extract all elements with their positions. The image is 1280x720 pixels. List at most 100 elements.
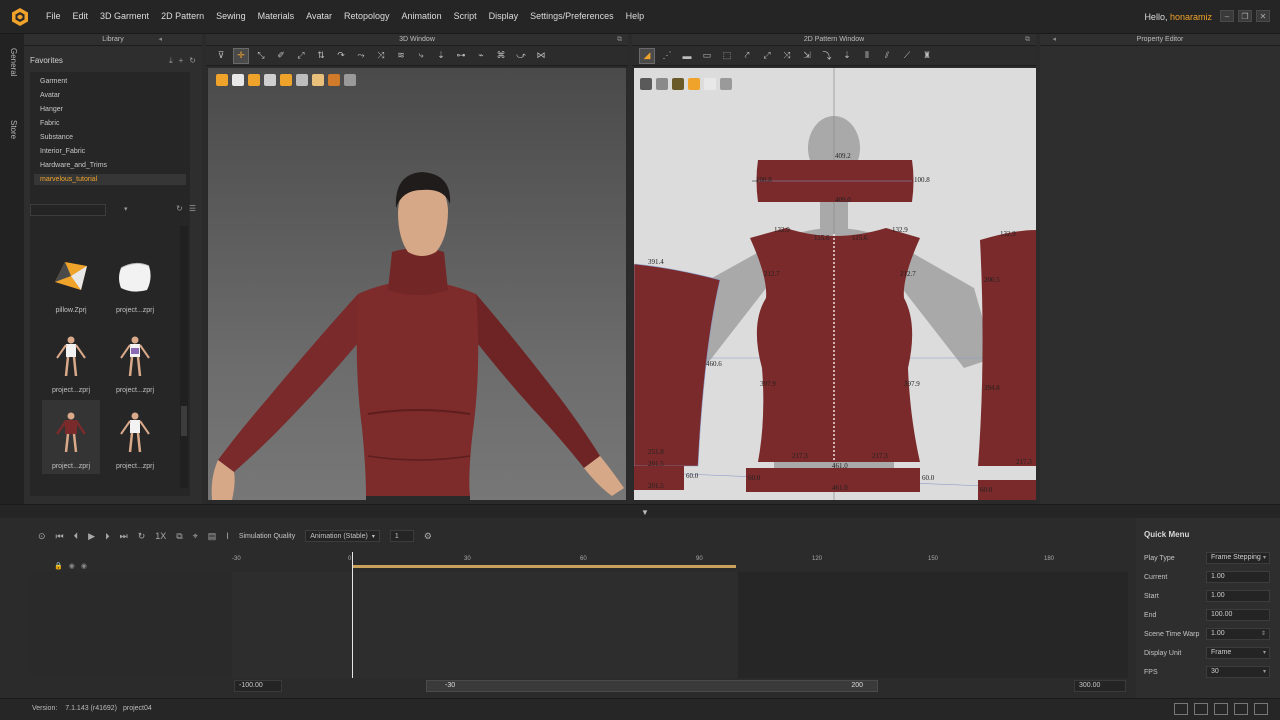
menu-animation[interactable]: Animation (396, 11, 448, 21)
edit-pattern-icon[interactable]: ◢ (639, 47, 655, 64)
restore-icon[interactable]: ❐ (1238, 10, 1252, 22)
menu-edit[interactable]: Edit (67, 11, 95, 21)
favorite-item[interactable]: Substance (40, 134, 73, 141)
add-icon[interactable]: + (179, 56, 184, 66)
chevron-down-icon[interactable]: ▾ (124, 205, 128, 213)
undock-icon[interactable]: ⧉ (1025, 34, 1030, 46)
move-tool-icon[interactable]: ✛ (233, 47, 249, 64)
menu-display[interactable]: Display (483, 11, 525, 21)
display-unit-select[interactable]: Frame ▾ (1206, 647, 1270, 659)
play-icon[interactable]: ▶ (88, 531, 95, 542)
range-start-field[interactable]: -100.00 (234, 680, 282, 692)
record-icon[interactable]: ⊙ (38, 531, 46, 542)
fold-tool-icon[interactable]: ⤡ (254, 49, 268, 63)
pleat-icon[interactable]: ⇣ (840, 49, 854, 63)
scrollbar-thumb[interactable] (181, 406, 187, 436)
texture-tool-icon[interactable]: ⤻ (514, 49, 528, 63)
panel-arrow-icon[interactable]: ◂ (1052, 34, 1056, 46)
measure-tool-icon[interactable]: ⊶ (454, 49, 468, 63)
favorite-item[interactable]: Hanger (40, 106, 63, 113)
keyframe-icon[interactable]: ⌖ (193, 531, 198, 542)
speed-button[interactable]: 1X (155, 531, 166, 541)
tape-tool-icon[interactable]: ⌁ (474, 49, 488, 63)
panel-divider[interactable]: ▼ (0, 504, 1280, 518)
garment-icon[interactable]: ♜ (920, 49, 934, 63)
zipper-tool-icon[interactable]: ⇣ (434, 49, 448, 63)
layout-single-icon[interactable] (1174, 703, 1188, 715)
polygon-icon[interactable]: ▬ (680, 49, 694, 63)
ruler-icon[interactable]: ⟋ (900, 49, 914, 63)
sim-quality-select[interactable]: Animation (Stable) ▾ (305, 530, 380, 542)
free-sewing-icon[interactable]: ⇲ (800, 49, 814, 63)
menu-2d-pattern[interactable]: 2D Pattern (155, 11, 210, 21)
internal-polygon-icon[interactable]: ⬚ (720, 49, 734, 63)
fps-select[interactable]: 30 ▾ (1206, 666, 1270, 678)
topstitch-tool-icon[interactable]: ≋ (394, 49, 408, 63)
minimize-icon[interactable]: – (1220, 10, 1234, 22)
undock-icon[interactable]: ⧉ (617, 34, 622, 46)
fitmap-tool-icon[interactable]: ⌘ (494, 49, 508, 63)
button-tool-icon[interactable]: ⤷ (414, 49, 428, 63)
favorite-item-selected[interactable]: marvelous_tutorial (34, 174, 186, 185)
3d-viewport[interactable] (208, 68, 626, 500)
rectangle-icon[interactable]: ▭ (700, 49, 714, 63)
library-tile[interactable]: pillow.Zprj (42, 244, 100, 318)
playhead[interactable] (352, 552, 353, 678)
brush-tool-icon[interactable]: ⤢ (294, 49, 308, 63)
play-type-select[interactable]: Frame Stepping ▾ (1206, 552, 1270, 564)
library-tile[interactable]: project...zprj (106, 324, 164, 398)
track-list[interactable] (30, 572, 232, 678)
zipper-icon[interactable]: ⦀ (860, 49, 874, 63)
refresh-icon[interactable]: ↻ (176, 204, 183, 213)
end-field[interactable]: 100.00 (1206, 609, 1270, 621)
menu-retopology[interactable]: Retopology (338, 11, 396, 21)
menu-3d-garment[interactable]: 3D Garment (94, 11, 155, 21)
download-icon[interactable]: ⤓ (169, 56, 173, 66)
pin-tool-icon[interactable]: ✐ (274, 49, 288, 63)
library-path-field[interactable] (30, 204, 106, 216)
library-tile-selected[interactable]: project...zprj (42, 400, 100, 474)
segment-sewing-icon[interactable]: ⤨ (780, 49, 794, 63)
layout-custom-icon[interactable] (1254, 703, 1268, 715)
eye-icon[interactable]: ◉ (81, 562, 87, 572)
library-tile[interactable]: project...zprj (106, 244, 164, 318)
favorite-item[interactable]: Interior_Fabric (40, 148, 85, 155)
favorite-item[interactable]: Avatar (40, 92, 60, 99)
list-view-icon[interactable]: ☰ (189, 204, 196, 213)
line-tool-icon[interactable]: ⤳ (354, 49, 368, 63)
tuck-tool-icon[interactable]: ⇅ (314, 49, 328, 63)
2d-pattern-canvas[interactable]: 409.2 409.0 100.8 100.8 132.9 132.9 115.… (634, 68, 1036, 500)
time-warp-stepper[interactable]: 1.00 ⇕ (1206, 628, 1270, 640)
select-tool-icon[interactable]: ⊽ (214, 49, 228, 63)
prev-frame-icon[interactable]: ⏴ (74, 531, 79, 542)
menu-sewing[interactable]: Sewing (210, 11, 252, 21)
menu-file[interactable]: File (40, 11, 67, 21)
seam-tool-icon[interactable]: ↷ (334, 49, 348, 63)
lock-icon[interactable]: 🔒 (54, 562, 63, 572)
start-field[interactable]: 1.00 (1206, 590, 1270, 602)
go-start-icon[interactable]: ⏮ (56, 531, 64, 542)
refresh-icon[interactable]: ↻ (189, 56, 196, 66)
stitch-icon[interactable]: ⫽ (880, 49, 894, 63)
layout-quad-icon[interactable] (1214, 703, 1228, 715)
app-logo-icon[interactable] (10, 7, 30, 27)
favorite-item[interactable]: Fabric (40, 120, 59, 127)
library-scrollbar[interactable] (180, 226, 188, 488)
stitch-tool-icon[interactable]: ⤨ (374, 49, 388, 63)
copy-icon[interactable]: ⧉ (176, 531, 182, 542)
close-icon[interactable]: ✕ (1256, 10, 1270, 22)
dart-icon[interactable]: ⤤ (740, 49, 754, 63)
menu-script[interactable]: Script (448, 11, 483, 21)
transform-pattern-icon[interactable]: ⋰ (660, 49, 674, 63)
step-stepper[interactable]: 1 (389, 530, 414, 542)
delete-icon[interactable]: ▤ (208, 531, 217, 542)
username[interactable]: honaramiz (1170, 12, 1212, 22)
library-tile[interactable]: project...zprj (42, 324, 100, 398)
text-cursor-icon[interactable]: I (226, 531, 229, 541)
tab-general[interactable]: General (9, 48, 18, 76)
range-end-field[interactable]: 300.00 (1074, 680, 1126, 692)
menu-settings[interactable]: Settings/Preferences (524, 11, 620, 21)
loop-icon[interactable]: ↻ (138, 531, 146, 542)
trace-icon[interactable]: ⤢ (760, 49, 774, 63)
menu-avatar[interactable]: Avatar (300, 11, 338, 21)
